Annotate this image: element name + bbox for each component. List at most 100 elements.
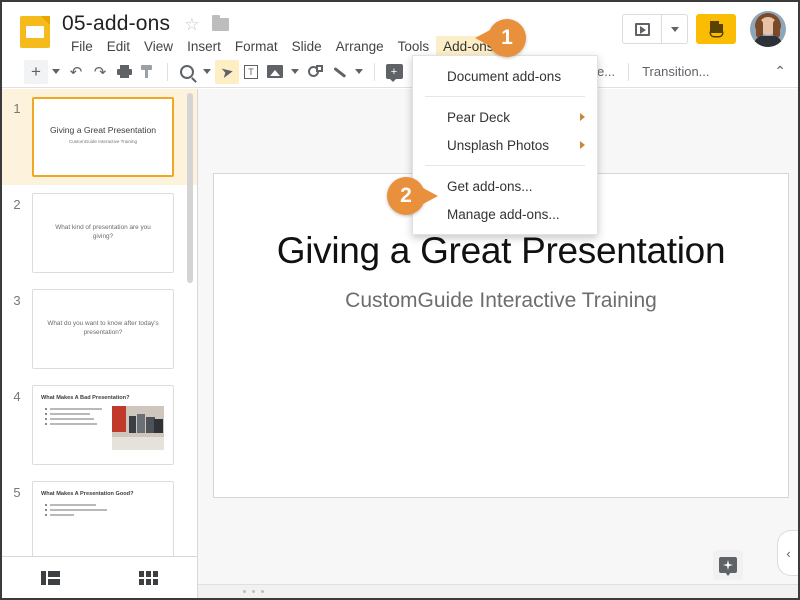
present-dropdown-button[interactable] [661,15,687,43]
list-item[interactable]: 4 What Makes A Bad Presentation? [2,377,197,473]
menu-item-tools[interactable]: Tools [391,36,437,57]
collapse-side-panel-button[interactable]: ‹ [777,530,798,576]
comment-button[interactable]: + [382,60,406,84]
share-button[interactable] [696,14,736,44]
thumbnail-title: Giving a Great Presentation [49,125,157,135]
slide-subtitle-text[interactable]: CustomGuide Interactive Training [234,289,768,313]
transition-button[interactable]: Transition... [636,64,715,79]
textbox-button[interactable]: T [239,60,263,84]
slides-file-icon [20,16,50,48]
zoom-button[interactable] [175,60,199,84]
menu-divider [425,165,585,166]
print-button[interactable] [112,60,136,84]
callout-marker-1: 1 [475,19,526,57]
undo-button[interactable]: ↶ [64,60,88,84]
chevron-down-icon [52,69,60,74]
image-button[interactable] [263,60,287,84]
explore-button[interactable] [713,550,743,580]
filmstrip-view-icon [41,570,61,585]
grid-view-button[interactable] [100,570,198,585]
list-item[interactable]: 1 Giving a Great Presentation CustomGuid… [2,89,197,185]
menu-item-view[interactable]: View [137,36,180,57]
plus-icon: + [31,62,41,81]
slide-thumbnail[interactable]: What Makes A Presentation Good? [32,481,174,556]
submenu-arrow-icon [580,141,585,149]
toolbar-divider [374,62,375,81]
line-dropdown[interactable] [351,69,367,74]
menu-option-label: Pear Deck [447,109,511,125]
callout-pointer [423,188,438,204]
menu-item-slide[interactable]: Slide [285,36,329,57]
thumbnail-heading: What Makes A Bad Presentation? [41,395,130,401]
menu-item-format[interactable]: Format [228,36,285,57]
slide-thumbnail[interactable]: What kind of presentation are you giving… [32,193,174,273]
undo-icon: ↶ [69,63,83,81]
image-dropdown[interactable] [287,69,303,74]
textbox-icon: T [244,64,258,79]
thumbnail-heading: What Makes A Presentation Good? [41,491,134,497]
line-button[interactable] [327,60,351,84]
print-icon [116,65,132,78]
grid-view-icon [138,570,158,585]
speaker-notes-handle[interactable] [243,590,264,593]
list-item[interactable]: 5 What Makes A Presentation Good? [2,473,197,556]
new-slide-button[interactable]: + [24,59,48,84]
menu-item-arrange[interactable]: Arrange [329,36,391,57]
slide-number: 1 [13,101,21,116]
slide-number: 2 [13,197,21,212]
slide-filmstrip-panel[interactable]: 1 Giving a Great Presentation CustomGuid… [2,89,198,556]
list-item[interactable]: 3 What do you want to know after today's… [2,281,197,377]
slide-title-text[interactable]: Giving a Great Presentation [234,230,768,272]
add-comment-icon: + [385,64,403,82]
filmstrip-view-button[interactable] [2,570,100,585]
slide-thumbnail[interactable]: Giving a Great Presentation CustomGuide … [32,97,174,177]
new-slide-dropdown[interactable] [48,69,64,74]
chevron-down-icon [355,69,363,74]
shape-button[interactable] [303,60,327,84]
menu-divider [425,96,585,97]
chevron-down-icon [670,26,679,32]
thumbnail-subtitle: CustomGuide Interactive Training [68,139,138,144]
menu-item-file[interactable]: File [64,36,100,57]
present-button-group [622,14,688,44]
menu-option-unsplash-photos[interactable]: Unsplash Photos [413,131,597,159]
menu-option-pear-deck[interactable]: Pear Deck [413,103,597,131]
collapse-toolbar-icon[interactable]: ⌃ [774,63,786,80]
avatar[interactable] [750,11,786,47]
slide-thumbnail[interactable]: What Makes A Bad Presentation? [32,385,174,465]
filmstrip-scrollbar[interactable] [187,93,193,283]
shape-icon [307,64,323,79]
menu-item-edit[interactable]: Edit [100,36,137,57]
select-tool-button[interactable]: ➤ [215,59,239,84]
toolbar-divider [167,62,168,81]
redo-icon: ↷ [93,63,107,81]
page-title[interactable]: 05-add-ons [62,12,170,36]
toolbar-divider [628,62,630,81]
google-slides-window: 05-add-ons ☆ File Edit View Insert Forma… [0,0,800,600]
list-item[interactable]: 2 What kind of presentation are you givi… [2,185,197,281]
thumbnail-body: What kind of presentation are you giving… [55,224,151,240]
callout-pointer [475,30,490,46]
share-building-icon [708,21,724,37]
chevron-down-icon [291,69,299,74]
addons-dropdown-menu[interactable]: Document add-ons Pear Deck Unsplash Phot… [412,55,598,235]
redo-button[interactable]: ↷ [88,60,112,84]
callout-marker-2: 2 [387,177,438,215]
callout-number: 2 [400,184,412,207]
menu-option-document-addons[interactable]: Document add-ons [413,62,597,90]
menu-item-insert[interactable]: Insert [180,36,228,57]
slide-thumbnail[interactable]: What do you want to know after today's p… [32,289,174,369]
toolbar: + ↶ ↷ ➤ T + e... Transition... ⌃ [2,56,798,88]
chevron-down-icon [203,69,211,74]
menu-option-manage-addons[interactable]: Manage add-ons... [413,200,597,228]
paint-format-button[interactable] [136,60,160,84]
cursor-icon: ➤ [219,62,236,82]
present-icon [634,22,650,36]
line-icon [331,65,347,79]
folder-icon[interactable] [211,14,229,31]
thumbnail-bullets [45,504,107,519]
present-button[interactable] [623,15,661,43]
star-icon[interactable]: ☆ [184,16,199,33]
menu-option-get-addons[interactable]: Get add-ons... [413,172,597,200]
zoom-dropdown[interactable] [199,69,215,74]
